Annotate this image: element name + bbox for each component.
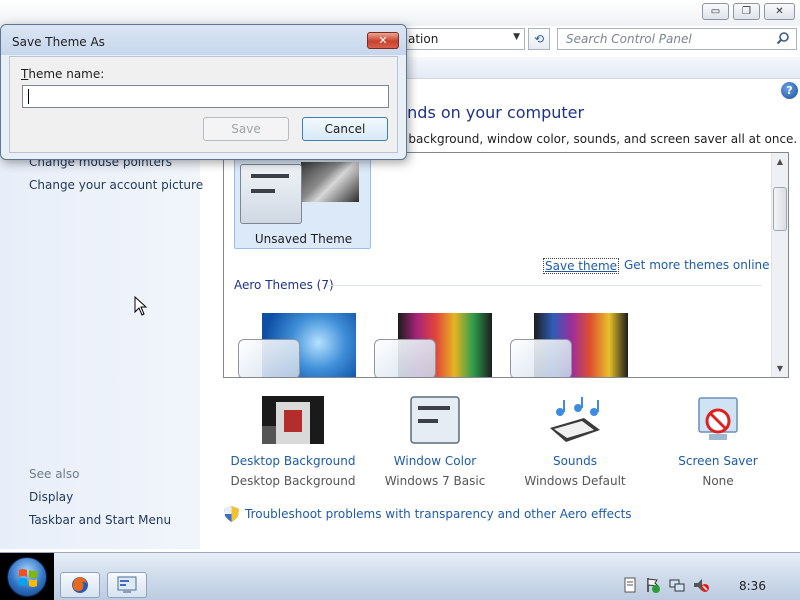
change-account-picture-link[interactable]: Change your account picture <box>29 178 203 192</box>
window-color-icon <box>404 396 466 446</box>
volume-muted-icon[interactable] <box>693 577 709 593</box>
text-caret <box>28 89 29 104</box>
save-theme-link[interactable]: Save theme <box>543 258 620 274</box>
theme-list[interactable]: Unsaved Theme Save theme Get more themes… <box>223 152 789 378</box>
unsaved-theme-tile[interactable]: Unsaved Theme <box>234 155 371 249</box>
window-color-item[interactable]: Window Color Windows 7 Basic <box>360 396 510 488</box>
taskbar-control-panel-button[interactable] <box>107 572 147 598</box>
search-icon[interactable] <box>776 31 790 45</box>
theme-window-thumbnail <box>374 339 436 377</box>
vertical-scrollbar[interactable]: ▲ ▼ <box>771 153 788 377</box>
scroll-thumb[interactable] <box>773 187 787 231</box>
screen-saver-item[interactable]: Screen Saver None <box>643 396 793 488</box>
desktop-background-icon <box>262 396 324 446</box>
shield-icon <box>224 506 239 522</box>
sounds-icon <box>544 396 606 446</box>
theme-window-thumbnail <box>240 164 302 224</box>
mouse-cursor-icon <box>134 296 148 316</box>
windows-logo-icon <box>7 557 47 597</box>
title-bar: ▭ ❐ ✕ <box>0 0 800 26</box>
window-color-link[interactable]: Window Color <box>360 454 510 468</box>
address-text: ation <box>408 32 439 46</box>
sounds-item[interactable]: Sounds Windows Default <box>500 396 650 488</box>
document-tray-icon[interactable] <box>622 577 638 593</box>
address-field[interactable]: ation ▼ <box>395 28 525 50</box>
aero-themes-header: Aero Themes (7) <box>234 278 334 292</box>
page-title: unds on your computer <box>397 103 585 122</box>
scroll-up-icon[interactable]: ▲ <box>772 153 788 170</box>
cancel-button[interactable]: Cancel <box>302 117 388 141</box>
firefox-icon <box>72 577 88 593</box>
dialog-close-button[interactable]: ✕ <box>367 32 399 49</box>
theme-name-label-text: heme name: <box>28 67 105 81</box>
help-icon[interactable]: ? <box>781 82 798 99</box>
search-placeholder: Search Control Panel <box>566 32 692 46</box>
page-subtitle: p background, window color, sounds, and … <box>397 132 798 146</box>
control-panel-icon <box>117 576 137 593</box>
save-theme-dialog: Save Theme As ✕ Theme name: Save Cancel <box>0 24 407 160</box>
minimize-button[interactable]: ▭ <box>702 3 729 20</box>
unsaved-theme-label: Unsaved Theme <box>254 232 353 246</box>
taskbar-clock[interactable]: 8:36 <box>739 579 766 593</box>
close-window-button[interactable]: ✕ <box>764 3 795 20</box>
action-center-flag-icon[interactable] <box>645 577 661 593</box>
theme-window-thumbnail <box>510 339 572 377</box>
aero-theme-tile[interactable] <box>370 311 510 377</box>
troubleshoot-link-text[interactable]: Troubleshoot problems with transparency … <box>245 507 632 521</box>
taskbar: 8:36 <box>0 552 800 600</box>
maximize-button[interactable]: ❐ <box>733 3 760 20</box>
network-icon[interactable] <box>669 577 685 593</box>
display-link[interactable]: Display <box>29 490 73 504</box>
theme-wallpaper-thumbnail <box>301 162 359 202</box>
window-color-value: Windows 7 Basic <box>384 474 486 488</box>
scroll-down-icon[interactable]: ▼ <box>772 360 788 377</box>
refresh-button[interactable]: ⟲ <box>528 28 550 50</box>
desktop-background-link[interactable]: Desktop Background <box>218 454 368 468</box>
system-tray <box>612 577 722 597</box>
screen-saver-link[interactable]: Screen Saver <box>643 454 793 468</box>
aero-theme-tile[interactable] <box>234 311 374 377</box>
theme-window-thumbnail <box>238 339 300 377</box>
dialog-title: Save Theme As <box>12 35 105 49</box>
theme-name-label: Theme name: <box>21 67 104 81</box>
screen-saver-icon <box>687 396 749 446</box>
theme-name-input[interactable] <box>22 85 389 108</box>
desktop-background-item[interactable]: Desktop Background Desktop Background <box>218 396 368 488</box>
sounds-link[interactable]: Sounds <box>500 454 650 468</box>
save-button[interactable]: Save <box>203 117 289 141</box>
desktop-background-value: Desktop Background <box>230 474 356 488</box>
see-also-heading: See also <box>29 467 80 481</box>
troubleshoot-link[interactable]: Troubleshoot problems with transparency … <box>224 506 632 522</box>
taskbar-start-menu-link[interactable]: Taskbar and Start Menu <box>29 513 171 527</box>
taskbar-firefox-button[interactable] <box>60 572 100 598</box>
screen-saver-value: None <box>702 474 734 488</box>
address-dropdown-icon[interactable]: ▼ <box>513 32 520 42</box>
dialog-title-bar[interactable]: Save Theme As ✕ <box>1 25 406 55</box>
section-divider <box>326 285 762 286</box>
get-more-themes-link[interactable]: Get more themes online <box>624 258 770 272</box>
dialog-body: Theme name: Save Cancel <box>9 56 398 153</box>
sounds-value: Windows Default <box>524 474 626 488</box>
search-input[interactable]: Search Control Panel <box>557 28 797 50</box>
start-button[interactable] <box>0 553 54 600</box>
aero-theme-tile[interactable] <box>506 311 646 377</box>
